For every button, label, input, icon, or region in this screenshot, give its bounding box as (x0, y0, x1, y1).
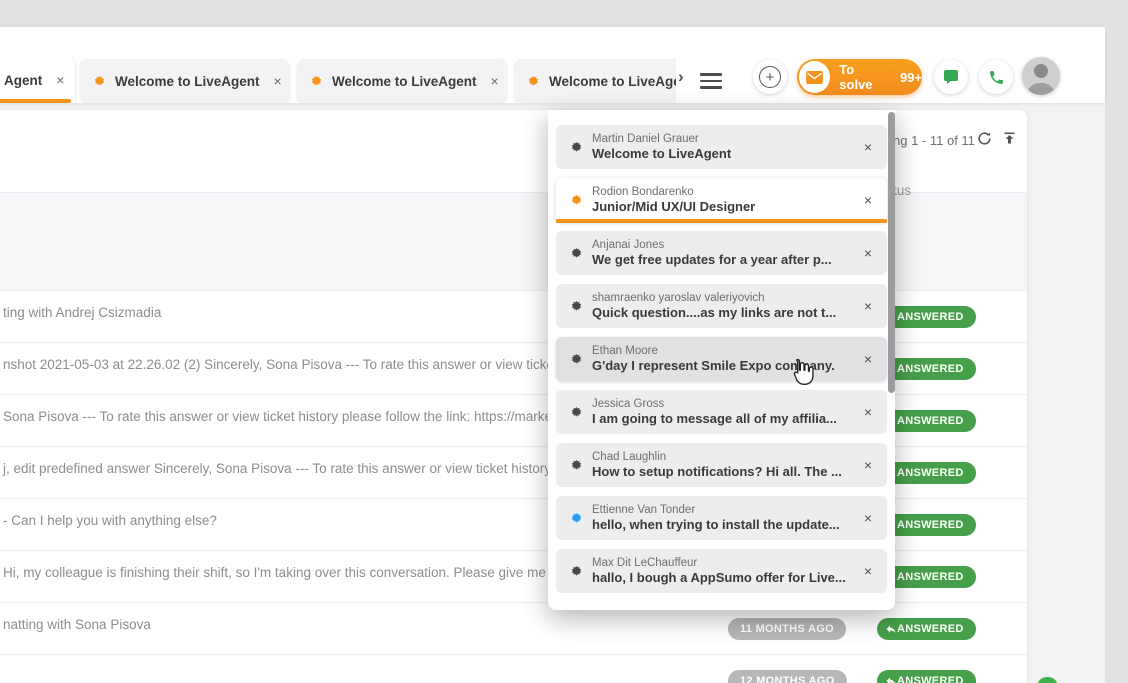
person-silhouette (1022, 57, 1060, 95)
ticket-channel-icon (311, 76, 322, 87)
tab-welcome-1[interactable]: Welcome to LiveAgent × (80, 59, 290, 103)
close-icon[interactable]: × (864, 192, 872, 208)
status-badge: ANSWERED (877, 618, 976, 640)
ticket-channel-icon (571, 354, 582, 365)
close-icon[interactable]: × (864, 510, 872, 526)
dropdown-ticket-item[interactable]: Martin Daniel Grauer Welcome to LiveAgen… (556, 125, 887, 169)
plus-icon: + (759, 66, 781, 88)
ticket-subject: We get free updates for a year after p..… (592, 252, 856, 267)
open-tickets-tabstrip: Agent × Welcome to LiveAgent × Welcome t… (0, 57, 676, 103)
app-window: ng 1 - 11 of 11 tus ting with Andrej Csi… (0, 0, 1128, 683)
contact-name: Anjanai Jones (592, 239, 856, 251)
ticket-channel-icon (571, 566, 582, 577)
ticket-snippet: Sona Pisova --- To rate this answer or v… (3, 409, 574, 424)
user-avatar[interactable] (1022, 57, 1060, 95)
ticket-channel-icon (571, 301, 582, 312)
contact-name: Chad Laughlin (592, 451, 856, 463)
close-icon[interactable]: × (56, 73, 64, 87)
reply-arrow-icon (885, 675, 897, 683)
tab-welcome-2[interactable]: Welcome to LiveAgent × (297, 59, 507, 103)
chats-button[interactable] (934, 60, 968, 94)
ticket-subject: Quick question....as my links are not t.… (592, 305, 856, 320)
ticket-snippet: - Can I help you with anything else? (3, 513, 217, 528)
tab-agent[interactable]: Agent × (0, 57, 75, 103)
close-icon[interactable]: × (864, 457, 872, 473)
contact-name: Ethan Moore (592, 345, 856, 357)
contact-name: Max Dit LeChauffeur (592, 557, 856, 569)
ticket-subject: G'day I represent Smile Expo company. (592, 358, 856, 373)
ticket-channel-icon (571, 195, 582, 206)
contact-name: Ettienne Van Tonder (592, 504, 856, 516)
dropdown-ticket-item[interactable]: Ettienne Van Tonder hello, when trying t… (556, 496, 887, 540)
to-solve-count: 99+ (900, 70, 922, 85)
ticket-subject: hallo, I bough a AppSumo offer for Live.… (592, 570, 856, 585)
dropdown-ticket-item[interactable]: Jessica Gross I am going to message all … (556, 390, 887, 434)
ticket-snippet: j, edit predefined answer Sincerely, Son… (3, 461, 580, 476)
close-icon[interactable]: × (864, 351, 872, 367)
tab-label: Welcome to LiveAgent (549, 74, 676, 89)
dropdown-scrollbar-thumb[interactable] (888, 112, 895, 393)
ticket-channel-icon (94, 76, 105, 87)
calls-button[interactable] (979, 60, 1013, 94)
ticket-channel-icon (571, 248, 582, 259)
reply-arrow-icon (885, 623, 897, 635)
close-icon[interactable]: × (864, 245, 872, 261)
ticket-subject: Welcome to LiveAgent (592, 146, 856, 161)
ticket-subject: How to setup notifications? Hi all. The … (592, 464, 856, 479)
ticket-snippet: natting with Sona Pisova (3, 617, 151, 632)
contact-name: Jessica Gross (592, 398, 856, 410)
close-icon[interactable]: × (864, 404, 872, 420)
dropdown-ticket-item[interactable]: shamraenko yaroslav valeriyovich Quick q… (556, 284, 887, 328)
tab-label: Welcome to LiveAgent (115, 74, 260, 89)
ticket-subject: I am going to message all of my affilia.… (592, 411, 856, 426)
status-column-header: tus (893, 183, 911, 198)
phone-icon (988, 69, 1005, 86)
open-tickets-dropdown: Martin Daniel Grauer Welcome to LiveAgen… (548, 110, 895, 610)
scroll-to-top-icon[interactable] (1001, 130, 1018, 152)
ticket-channel-icon (528, 76, 539, 87)
close-icon[interactable]: × (864, 139, 872, 155)
envelope-icon (799, 61, 830, 93)
contact-name: Rodion Bondarenko (592, 186, 856, 198)
close-icon[interactable]: × (274, 74, 282, 88)
ticket-row[interactable]: 12 MONTHS AGO ANSWERED (0, 654, 1027, 683)
open-tickets-menu-icon[interactable] (700, 73, 722, 93)
ticket-channel-icon (571, 460, 582, 471)
dropdown-ticket-item-active[interactable]: Rodion Bondarenko Junior/Mid UX/UI Desig… (556, 178, 887, 222)
tab-label: Welcome to LiveAgent (332, 74, 477, 89)
dropdown-ticket-item[interactable]: Anjanai Jones We get free updates for a … (556, 231, 887, 275)
ticket-snippet: nshot 2021-05-03 at 22.26.02 (2) Sincere… (3, 357, 579, 372)
dropdown-ticket-item-hovered[interactable]: Ethan Moore G'day I represent Smile Expo… (556, 337, 887, 381)
ticket-subject: hello, when trying to install the update… (592, 517, 856, 532)
status-badge: ANSWERED (877, 670, 976, 683)
ticket-channel-icon (571, 513, 582, 524)
ticket-snippet: Hi, my colleague is finishing their shif… (3, 565, 580, 580)
contact-name: Martin Daniel Grauer (592, 133, 856, 145)
tabs-overflow-chevron-icon[interactable]: › (678, 67, 694, 91)
tab-label: Agent (4, 73, 42, 88)
pagination-text: ng 1 - 11 of 11 (893, 133, 975, 148)
close-icon[interactable]: × (491, 74, 499, 88)
tab-welcome-3[interactable]: Welcome to LiveAgent (514, 59, 676, 103)
to-solve-button[interactable]: To solve 99+ (797, 59, 922, 95)
ticket-channel-icon (571, 142, 582, 153)
close-icon[interactable]: × (864, 298, 872, 314)
to-solve-label: To solve (839, 62, 890, 92)
ticket-subject: Junior/Mid UX/UI Designer (592, 199, 856, 214)
chat-icon (943, 69, 959, 85)
add-ticket-button[interactable]: + (753, 60, 787, 94)
ticket-snippet: ting with Andrej Csizmadia (3, 305, 161, 320)
top-bar: Agent × Welcome to LiveAgent × Welcome t… (0, 27, 1105, 103)
ticket-channel-icon (571, 407, 582, 418)
time-badge: 11 MONTHS AGO (728, 618, 846, 640)
refresh-icon[interactable] (976, 130, 993, 152)
time-badge: 12 MONTHS AGO (728, 670, 847, 683)
close-icon[interactable]: × (864, 563, 872, 579)
dropdown-ticket-item[interactable]: Max Dit LeChauffeur hallo, I bough a App… (556, 549, 887, 593)
dropdown-ticket-item[interactable]: Chad Laughlin How to setup notifications… (556, 443, 887, 487)
contact-name: shamraenko yaroslav valeriyovich (592, 292, 856, 304)
